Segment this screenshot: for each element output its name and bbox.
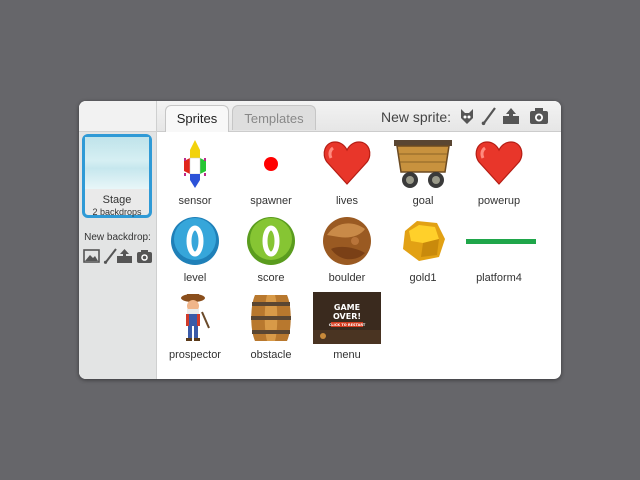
- sprite-name: lives: [335, 195, 358, 207]
- paint-brush-icon[interactable]: [479, 106, 499, 126]
- sprite-name: score: [257, 272, 285, 284]
- stage-backdrop-count: 2 backdrops: [92, 207, 142, 217]
- stage-column-header: [79, 101, 156, 132]
- stage-column: Stage 2 backdrops New backdrop:: [79, 101, 157, 379]
- sprite-list: sensor spawner lives goal powerup level …: [157, 132, 561, 379]
- sprite-name: boulder: [328, 272, 366, 284]
- sprite-tile[interactable]: boulder: [309, 212, 385, 286]
- camera-icon[interactable]: [529, 106, 549, 126]
- game-over-screen-icon: GAME OVER! CLICK TO RESTART: [313, 292, 381, 344]
- sprite-tile[interactable]: platform4: [461, 212, 537, 286]
- tab-templates[interactable]: Templates: [232, 105, 316, 130]
- stage-thumbnail[interactable]: Stage 2 backdrops: [82, 134, 152, 218]
- sprite-pane-header: Sprites Templates New sprite:: [157, 101, 561, 132]
- sprite-name: spawner: [250, 195, 292, 207]
- sprite-name: prospector: [169, 349, 221, 361]
- sprite-name: gold1: [409, 272, 437, 284]
- sprite-tile[interactable]: GAME OVER! CLICK TO RESTART menu: [309, 289, 385, 363]
- sprite-name: level: [183, 272, 207, 284]
- sprite-tile[interactable]: lives: [309, 135, 385, 209]
- sensor-icon: [184, 140, 206, 188]
- sprite-tile[interactable]: spawner: [233, 135, 309, 209]
- heart-icon: [323, 141, 371, 185]
- menu-thumb-line1: GAME: [334, 303, 360, 312]
- sprite-name: obstacle: [250, 349, 292, 361]
- sprite-tile[interactable]: sensor: [157, 135, 233, 209]
- menu-thumb-line2: OVER!: [333, 312, 361, 321]
- sprite-tile[interactable]: prospector: [157, 289, 233, 363]
- stage-label: Stage: [102, 194, 132, 206]
- tab-sprites[interactable]: Sprites: [165, 105, 229, 132]
- sprite-tile[interactable]: powerup: [461, 135, 537, 209]
- new-sprite-label: New sprite:: [381, 109, 452, 125]
- sprite-tile[interactable]: gold1: [385, 212, 461, 286]
- camera-icon[interactable]: [136, 248, 153, 264]
- green-bar-icon: [466, 239, 536, 244]
- sprite-tile[interactable]: obstacle: [233, 289, 309, 363]
- stage-backdrop-preview: [85, 137, 149, 189]
- sprite-tile[interactable]: score: [233, 212, 309, 286]
- sprite-pane: Stage 2 backdrops New backdrop: Sprites …: [79, 101, 561, 379]
- upload-icon[interactable]: [501, 106, 521, 126]
- mine-cart-icon: [394, 140, 452, 188]
- new-backdrop-label: New backdrop:: [84, 232, 151, 243]
- upload-icon[interactable]: [116, 248, 133, 264]
- sprite-tile[interactable]: level: [157, 212, 233, 286]
- blue-zero-icon: [171, 217, 219, 265]
- sprite-name: powerup: [477, 195, 521, 207]
- sprite-name: sensor: [178, 195, 212, 207]
- green-zero-icon: [247, 217, 295, 265]
- boulder-icon: [323, 217, 371, 265]
- image-icon[interactable]: [83, 248, 100, 264]
- menu-thumb-line3: CLICK TO RESTART: [329, 323, 366, 327]
- sprite-name: platform4: [476, 272, 522, 284]
- heart-icon: [475, 141, 523, 185]
- sprite-library-icon[interactable]: [457, 106, 477, 126]
- barrel-icon: [251, 295, 291, 341]
- sprite-tile[interactable]: goal: [385, 135, 461, 209]
- red-dot-icon: [264, 157, 278, 171]
- sprite-name: goal: [412, 195, 434, 207]
- prospector-icon: [181, 294, 210, 341]
- sprite-name: menu: [333, 349, 361, 361]
- gold-nugget-icon: [403, 221, 445, 261]
